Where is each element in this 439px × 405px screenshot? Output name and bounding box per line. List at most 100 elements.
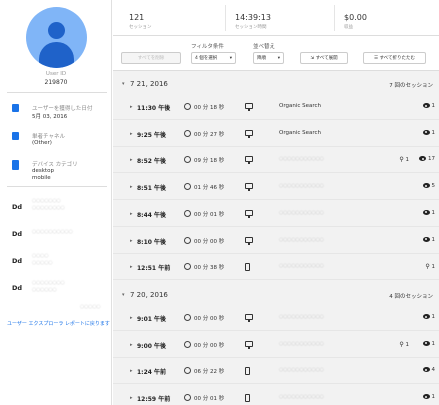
expand-triangle-icon[interactable]: ▸ (130, 157, 133, 163)
session-row[interactable]: ▸ 9:00 午後 00 分 00 秒 ◌◌◌◌◌◌◌◌◌◌◌ 1 ⚲ 1 (113, 331, 439, 358)
session-row[interactable]: ▸ 8:52 午後 09 分 18 秒 ◌◌◌◌◌◌◌◌◌◌◌ 17 ⚲ 1 (113, 147, 439, 174)
expand-triangle-icon[interactable]: ▸ (130, 395, 133, 401)
delete-all-button[interactable]: すべてを削除 (121, 52, 181, 64)
session-row[interactable]: ▸ 11:30 午後 00 分 18 秒 Organic Search 1 (113, 94, 439, 120)
clock-icon (184, 394, 191, 402)
expand-triangle-icon[interactable]: ▸ (130, 104, 133, 110)
session-date-group[interactable]: ▾ 7 21, 2016 7 回のセッション (113, 74, 439, 94)
search-metric: ⚲ 1 (399, 156, 409, 163)
timeline-controls: すべてを削除 フィルタ条件 4 個を選択 ▾ 並べ替え 降順 ▾ ⇲ すべて展開… (113, 36, 439, 71)
expand-all-label: すべて展開 (315, 56, 338, 61)
expand-all-button[interactable]: ⇲ すべて展開 (300, 52, 348, 64)
session-time: 12:59 午前 (137, 396, 171, 404)
session-row[interactable]: ▸ 9:25 午後 00 分 27 秒 Organic Search 1 (113, 120, 439, 147)
session-timeline: 121 セッション 14:39:13 セッション時間 $0.00 収益 すべてを… (113, 0, 439, 405)
sort-select-value: 降順 (257, 56, 266, 61)
session-row[interactable]: ▸ 12:51 午前 00 分 38 秒 ◌◌◌◌◌◌◌◌◌◌◌ ⚲ 1 (113, 254, 439, 281)
user-id-value: 219870 (44, 79, 68, 86)
pageviews-metric: 4 (422, 367, 435, 373)
session-row[interactable]: ▸ 8:44 午後 00 分 01 秒 ◌◌◌◌◌◌◌◌◌◌◌ 1 (113, 200, 439, 227)
dd-label: Dd (12, 257, 23, 265)
session-date-group[interactable]: ▾ 7 20, 2016 4 回のセッション (113, 285, 439, 305)
search-metric: ⚲ 1 (399, 341, 409, 348)
obscured-source: ◌◌◌◌◌◌◌◌◌◌◌ (279, 236, 324, 243)
traffic-source: Organic Search (279, 129, 322, 136)
expand-triangle-icon[interactable]: ▸ (130, 342, 133, 348)
filter-select[interactable]: 4 個を選択 ▾ (191, 52, 236, 64)
user-id-label: User ID (45, 71, 67, 77)
session-row[interactable]: ▸ 1:24 午前 06 分 22 秒 ◌◌◌◌◌◌◌◌◌◌◌ 4 (113, 358, 439, 385)
channel-label: 単者チャネル (32, 134, 65, 140)
expand-triangle-icon[interactable]: ▸ (130, 211, 133, 217)
collapse-all-button[interactable]: ☰ すべて折りたたむ (363, 52, 426, 64)
sessions-stat: 121 セッション (129, 13, 152, 30)
sort-select[interactable]: 降順 ▾ (253, 52, 284, 64)
expand-triangle-icon[interactable]: ▸ (130, 238, 133, 244)
session-time: 8:52 午後 (137, 158, 167, 166)
clock-icon (184, 103, 191, 110)
clock-icon (184, 183, 191, 191)
duration-stat: 14:39:13 セッション時間 (235, 13, 271, 30)
pageviews-count: 1 (431, 103, 436, 109)
desktop-icon (245, 340, 253, 349)
collapse-all-label: すべて折りたたむ (379, 56, 415, 61)
session-row[interactable]: ▸ 8:10 午後 00 分 00 秒 ◌◌◌◌◌◌◌◌◌◌◌ 1 (113, 227, 439, 254)
desktop-icon (245, 236, 253, 245)
divider (7, 92, 107, 93)
session-row[interactable]: ▸ 8:51 午後 01 分 46 秒 ◌◌◌◌◌◌◌◌◌◌◌ 5 (113, 174, 439, 201)
session-time: 9:00 午後 (137, 342, 167, 350)
desktop-icon (245, 183, 253, 192)
eye-icon (422, 394, 430, 400)
session-row[interactable]: ▸ 12:59 午前 00 分 01 秒 ◌◌◌◌◌◌◌◌◌◌◌ 1 (113, 385, 439, 405)
search-icon: ⚲ (425, 263, 430, 271)
session-time: 9:01 午後 (137, 316, 167, 323)
pageviews-count: 1 (431, 236, 436, 243)
device-icon (12, 160, 19, 170)
avatar-body (39, 42, 74, 68)
pageviews-metric: 1 (422, 314, 436, 320)
session-time: 1:24 午前 (137, 369, 167, 377)
pageviews-metric: 1 (422, 129, 435, 136)
session-duration: 00 分 38 秒 (194, 265, 225, 272)
channel-value: (Other) (32, 140, 52, 146)
clock-icon (184, 340, 191, 348)
collapse-triangle-icon[interactable]: ▾ (122, 292, 125, 298)
clock-icon (184, 263, 191, 271)
eye-icon (422, 367, 430, 373)
clock-icon (184, 367, 191, 375)
pageviews-count: 1 (431, 314, 436, 320)
session-duration: 09 分 18 秒 (194, 158, 225, 165)
avatar-head (48, 22, 65, 39)
eye-icon (422, 129, 430, 135)
stat-separator (334, 5, 335, 31)
session-row[interactable]: ▸ 9:01 午後 00 分 00 秒 ◌◌◌◌◌◌◌◌◌◌◌ 1 (113, 305, 439, 331)
desktop-icon (245, 314, 253, 322)
collapse-triangle-icon[interactable]: ▾ (122, 81, 125, 87)
device-category-value: desktop (32, 168, 54, 174)
sessions-caption: セッション (129, 25, 152, 30)
expand-triangle-icon[interactable]: ▸ (130, 368, 133, 374)
obscured-source: ◌◌◌◌◌◌◌◌◌◌◌ (279, 209, 324, 216)
pageviews-metric: 1 (422, 340, 435, 347)
obscured-text: ◌◌◌◌◌ (32, 260, 53, 266)
expand-triangle-icon[interactable]: ▸ (130, 264, 133, 270)
obscured-text: ◌◌◌◌◌◌◌◌ (32, 205, 65, 211)
expand-triangle-icon[interactable]: ▸ (130, 184, 133, 190)
pageviews-metric: 17 (419, 156, 435, 162)
session-duration: 00 分 00 秒 (194, 316, 225, 322)
pageviews-metric: 1 (422, 236, 436, 243)
eye-icon (422, 103, 430, 108)
eye-icon (422, 209, 430, 215)
filter-select-value: 4 個を選択 (195, 56, 218, 61)
session-time: 8:44 午後 (137, 211, 167, 219)
obscured-source: ◌◌◌◌◌◌◌◌◌◌◌ (279, 367, 324, 374)
back-to-report-link[interactable]: ユーザー エクスプローラ レポートに戻ります (7, 320, 110, 327)
obscured-source: ◌◌◌◌◌◌◌◌◌◌◌ (279, 314, 324, 320)
stat-separator (225, 5, 226, 31)
expand-triangle-icon[interactable]: ▸ (130, 315, 133, 321)
summary-stats: 121 セッション 14:39:13 セッション時間 $0.00 収益 (113, 0, 439, 36)
obscured-text: ◌◌◌◌ (32, 253, 49, 259)
expand-triangle-icon[interactable]: ▸ (130, 131, 133, 137)
avatar (26, 7, 87, 68)
pageviews-count: 17 (428, 156, 435, 163)
